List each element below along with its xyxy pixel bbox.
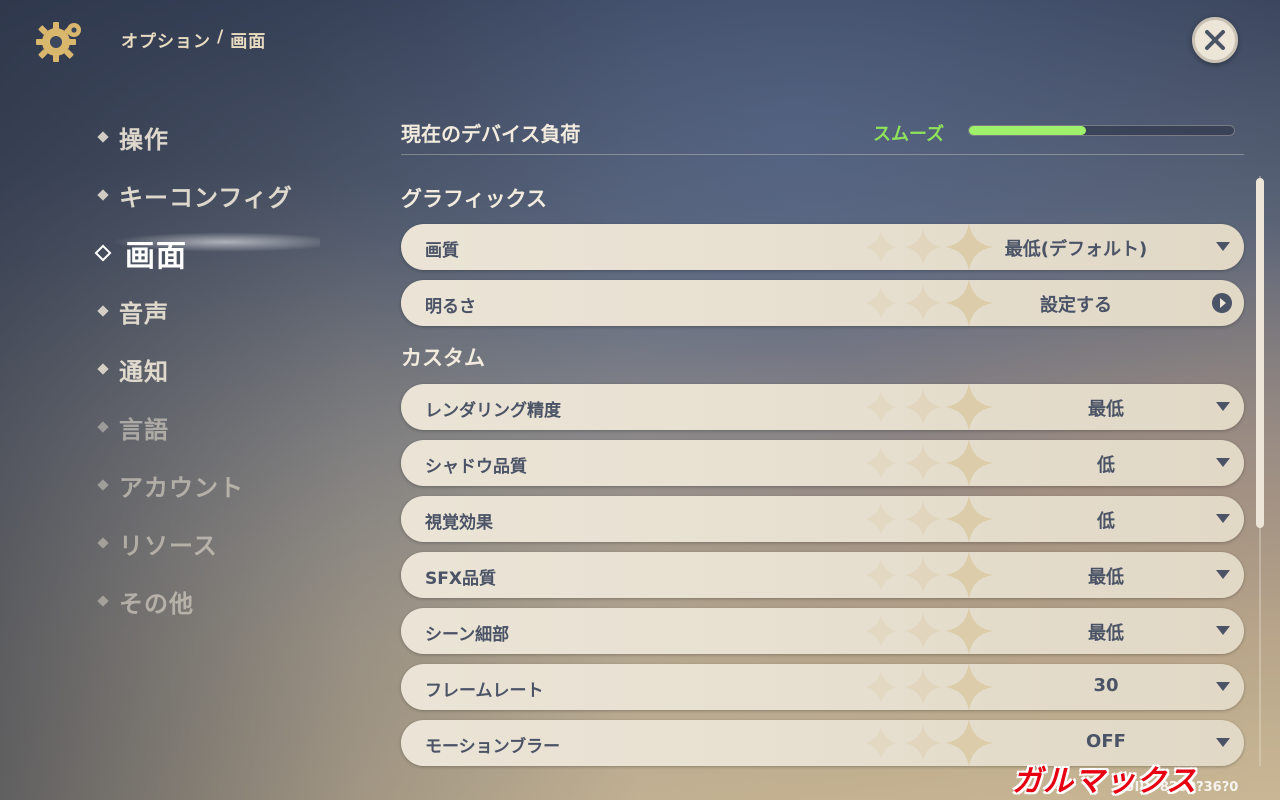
sidebar-item-language[interactable]: 言語 — [96, 398, 376, 456]
setting-value: 最低(デフォルト) — [1004, 239, 1148, 260]
diamond-bullet-icon — [97, 363, 109, 375]
sidebar-item-audio[interactable]: 音声 — [96, 282, 376, 340]
gear-icon — [36, 22, 81, 62]
close-button[interactable] — [1192, 17, 1238, 63]
setting-row[interactable]: シャドウ品質 低 — [401, 440, 1244, 486]
setting-value: 30 — [1093, 675, 1119, 696]
diamond-bullet-icon — [94, 244, 112, 262]
caret-down-icon — [1216, 738, 1230, 747]
setting-value: 設定する — [1040, 295, 1112, 316]
setting-label: フレームレート — [425, 681, 544, 701]
setting-label: 明るさ — [425, 297, 476, 317]
setting-value: 最低 — [1088, 567, 1124, 588]
caret-down-icon — [1216, 570, 1230, 579]
sidebar-item-label: 画面 — [125, 239, 187, 274]
caret-down-icon — [1216, 458, 1230, 467]
arrow-right-circle-icon — [1212, 293, 1232, 313]
sidebar-item-controls[interactable]: 操作 — [96, 108, 376, 166]
sidebar-item-label: キーコンフィグ — [119, 183, 293, 212]
diamond-bullet-icon — [97, 479, 109, 491]
sidebar-item-label: アカウント — [119, 473, 244, 502]
watermark-logo: ガルマックス — [1012, 764, 1198, 799]
diamond-bullet-icon — [97, 305, 109, 317]
setting-value: 最低 — [1088, 623, 1124, 644]
setting-value: 最低 — [1088, 399, 1124, 420]
sidebar-item-account[interactable]: アカウント — [96, 456, 376, 514]
diamond-bullet-icon — [97, 595, 109, 607]
breadcrumb: オプション / 画面 — [121, 27, 266, 52]
setting-value: 低 — [1097, 455, 1115, 476]
device-load-bar-fill — [969, 126, 1086, 135]
setting-value: 低 — [1097, 511, 1115, 532]
caret-down-icon — [1216, 514, 1230, 523]
diamond-bullet-icon — [97, 189, 109, 201]
diamond-bullet-icon — [97, 131, 109, 143]
breadcrumb-current: 画面 — [230, 32, 267, 52]
settings-scrollbar[interactable] — [1256, 176, 1264, 766]
caret-down-icon — [1216, 626, 1230, 635]
setting-label: SFX品質 — [425, 569, 496, 589]
setting-label: 画質 — [425, 241, 459, 261]
sidebar-item-other[interactable]: その他 — [96, 572, 376, 630]
setting-label: シーン細部 — [425, 625, 510, 645]
device-load-status: スムーズ — [873, 124, 945, 145]
setting-label: シャドウ品質 — [425, 457, 527, 477]
device-load-bar — [968, 125, 1235, 136]
sidebar-item-label: 通知 — [119, 357, 169, 386]
caret-down-icon — [1216, 682, 1230, 691]
sidebar-item-resources[interactable]: リソース — [96, 514, 376, 572]
setting-row[interactable]: SFX品質 最低 — [401, 552, 1244, 598]
sidebar-item-label: 操作 — [119, 125, 169, 154]
scrollbar-thumb[interactable] — [1256, 178, 1264, 528]
sidebar-item-label: リソース — [119, 531, 218, 560]
sidebar-item-notifications[interactable]: 通知 — [96, 340, 376, 398]
sidebar-item-label: 音声 — [119, 299, 169, 328]
breadcrumb-parent: オプション — [121, 32, 211, 52]
device-load-label: 現在のデバイス負荷 — [401, 122, 581, 146]
setting-label: モーションブラー — [425, 737, 561, 757]
setting-row-graphics-quality[interactable]: 画質 最低(デフォルト) — [401, 224, 1244, 270]
setting-value: OFF — [1086, 731, 1126, 752]
sidebar-item-graphics[interactable]: 画面 — [94, 224, 376, 282]
setting-row[interactable]: レンダリング精度 最低 — [401, 384, 1244, 430]
breadcrumb-separator: / — [217, 27, 225, 47]
setting-row-brightness[interactable]: 明るさ 設定する — [401, 280, 1244, 326]
setting-label: 視覚効果 — [425, 513, 493, 533]
setting-label: レンダリング精度 — [425, 401, 561, 421]
sidebar-item-key-config[interactable]: キーコンフィグ — [96, 166, 376, 224]
diamond-bullet-icon — [97, 421, 109, 433]
section-title-graphics: グラフィックス — [401, 187, 547, 211]
device-load-panel: 現在のデバイス負荷 スムーズ — [401, 112, 1244, 155]
setting-row[interactable]: 視覚効果 低 — [401, 496, 1244, 542]
sidebar-nav: 操作 キーコンフィグ 画面 音声 通知 言語 アカウント リソース その他 — [94, 108, 376, 630]
close-icon — [1205, 30, 1225, 50]
caret-down-icon — [1216, 402, 1230, 411]
sidebar-item-label: その他 — [119, 589, 194, 618]
sidebar-item-label: 言語 — [119, 415, 169, 444]
section-title-custom: カスタム — [401, 346, 485, 370]
setting-row[interactable]: シーン細部 最低 — [401, 608, 1244, 654]
caret-down-icon — [1216, 242, 1230, 251]
diamond-bullet-icon — [97, 537, 109, 549]
setting-row[interactable]: フレームレート 30 — [401, 664, 1244, 710]
